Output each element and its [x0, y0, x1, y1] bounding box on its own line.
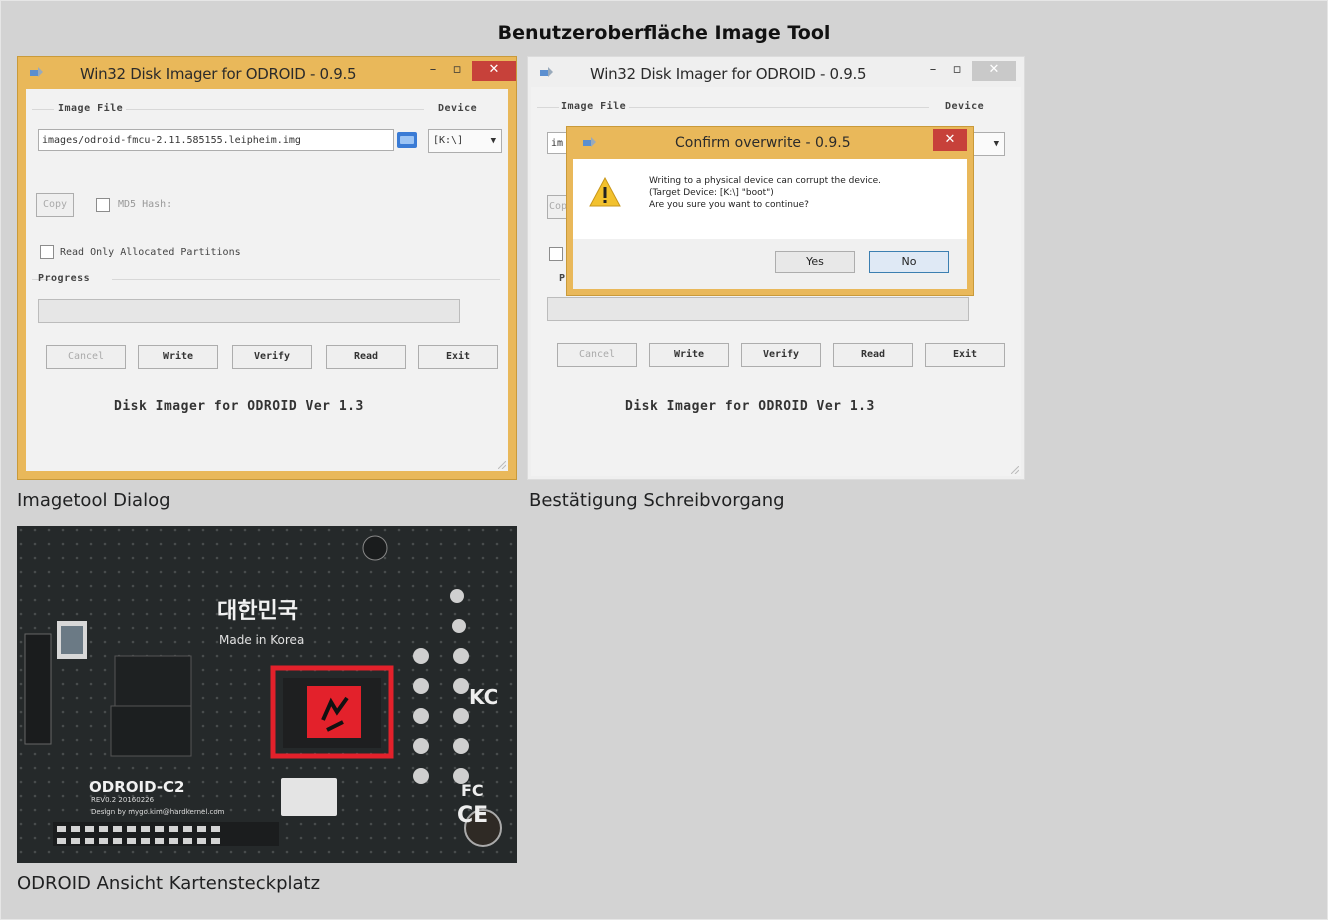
warning-icon	[589, 177, 621, 207]
disk-imager-app-icon	[583, 137, 596, 147]
minimize-button[interactable]: –	[922, 61, 944, 81]
maximize-button[interactable]: ▫	[446, 61, 468, 81]
window-title: Win32 Disk Imager for ODROID - 0.9.5	[80, 65, 357, 83]
group-divider	[32, 109, 54, 110]
image-file-label: Image File	[58, 103, 124, 114]
model-silkscreen: ODROID-C2	[89, 778, 185, 796]
device-label: Device	[438, 103, 478, 114]
minimize-button[interactable]: –	[422, 61, 444, 81]
read-only-label: Read Only Allocated Partitions	[60, 247, 241, 258]
dialog-footer: Yes No	[573, 239, 967, 289]
made-in-korea-silkscreen: Made in Korea	[219, 633, 304, 647]
group-divider	[537, 107, 559, 108]
progress-bar	[38, 299, 460, 323]
progress-bar	[547, 297, 969, 321]
odroid-board-illustration: 대한민국 Made in Korea ODROID-C2 REV0.2 2016…	[17, 526, 517, 863]
cancel-button[interactable]: Cancel	[557, 343, 637, 367]
read-button[interactable]: Read	[833, 343, 913, 367]
image-file-input[interactable]: images/odroid-fmcu-2.11.585155.leipheim.…	[38, 129, 394, 151]
caption-write-confirmation: Bestätigung Schreibvorgang	[529, 490, 785, 511]
dialog-message-line: Are you sure you want to continue?	[649, 200, 809, 210]
close-button[interactable]: ✕	[972, 61, 1016, 81]
dialog-body: Writing to a physical device can corrupt…	[573, 159, 967, 239]
exit-button[interactable]: Exit	[925, 343, 1005, 367]
device-select[interactable]: [K:\] ▼	[428, 129, 502, 153]
read-button[interactable]: Read	[326, 345, 406, 369]
group-divider	[112, 279, 500, 280]
dialog-title: Confirm overwrite - 0.9.5	[675, 135, 851, 151]
dialog-message-line: Writing to a physical device can corrupt…	[649, 176, 882, 186]
read-only-checkbox[interactable]	[40, 245, 54, 259]
disk-imager-app-icon	[30, 67, 43, 77]
ce-mark: CE	[457, 803, 488, 828]
chevron-down-icon: ▼	[490, 136, 496, 146]
group-divider	[126, 109, 424, 110]
cancel-button[interactable]: Cancel	[46, 345, 126, 369]
progress-label: Progress	[38, 273, 91, 284]
group-divider	[629, 107, 929, 108]
confirm-overwrite-dialog: Confirm overwrite - 0.9.5 ✕ Writing to a…	[566, 126, 974, 296]
imagetool-window: Win32 Disk Imager for ODROID - 0.9.5 – ▫…	[17, 56, 517, 480]
designer-silkscreen: Design by mygo.kim@hardkernel.com	[91, 808, 225, 816]
write-button[interactable]: Write	[649, 343, 729, 367]
chevron-down-icon: ▼	[993, 139, 999, 149]
kc-mark: KC	[469, 685, 498, 709]
window-title: Win32 Disk Imager for ODROID - 0.9.5	[590, 65, 867, 83]
device-select[interactable]: ▼	[971, 132, 1005, 156]
revision-silkscreen: REV0.2 20160226	[91, 796, 155, 804]
write-button[interactable]: Write	[138, 345, 218, 369]
korea-silkscreen: 대한민국	[217, 599, 298, 624]
md5-label: MD5 Hash:	[118, 199, 173, 210]
dialog-message: Writing to a physical device can corrupt…	[649, 175, 881, 211]
verify-button[interactable]: Verify	[741, 343, 821, 367]
version-footer: Disk Imager for ODROID Ver 1.3	[114, 399, 364, 414]
window-client-area: Image File Device images/odroid-fmcu-2.1…	[26, 89, 508, 471]
progress-label: P	[559, 273, 566, 284]
maximize-button[interactable]: ▫	[946, 61, 968, 81]
yes-button[interactable]: Yes	[775, 251, 855, 273]
verify-button[interactable]: Verify	[232, 345, 312, 369]
device-label: Device	[945, 101, 985, 112]
read-only-checkbox[interactable]	[549, 247, 563, 261]
disk-imager-app-icon	[540, 67, 553, 77]
md5-checkbox[interactable]	[96, 198, 110, 212]
gallery-title: Benutzeroberfläche Image Tool	[497, 22, 831, 44]
window-titlebar[interactable]: Win32 Disk Imager for ODROID - 0.9.5 – ▫…	[18, 57, 516, 89]
close-button[interactable]: ✕	[472, 61, 516, 81]
folder-icon[interactable]	[397, 132, 417, 148]
dialog-close-button[interactable]: ✕	[933, 129, 967, 151]
image-file-label: Image File	[561, 101, 627, 112]
fc-mark: FC	[461, 781, 484, 800]
version-footer: Disk Imager for ODROID Ver 1.3	[625, 399, 875, 414]
resize-grip-icon[interactable]	[1011, 466, 1019, 474]
no-button[interactable]: No	[869, 251, 949, 273]
caption-imagetool-dialog: Imagetool Dialog	[17, 490, 171, 511]
caption-odroid-card-slot: ODROID Ansicht Kartensteckplatz	[17, 873, 321, 894]
exit-button[interactable]: Exit	[418, 345, 498, 369]
window-titlebar[interactable]: Win32 Disk Imager for ODROID - 0.9.5 – ▫…	[528, 57, 1024, 89]
copy-button[interactable]: Copy	[36, 193, 74, 217]
device-value: [K:\]	[433, 135, 464, 146]
dialog-message-line: (Target Device: [K:\] "boot")	[649, 188, 774, 198]
resize-grip-icon[interactable]	[498, 461, 506, 469]
odroid-board-photo: 대한민국 Made in Korea ODROID-C2 REV0.2 2016…	[17, 526, 517, 863]
